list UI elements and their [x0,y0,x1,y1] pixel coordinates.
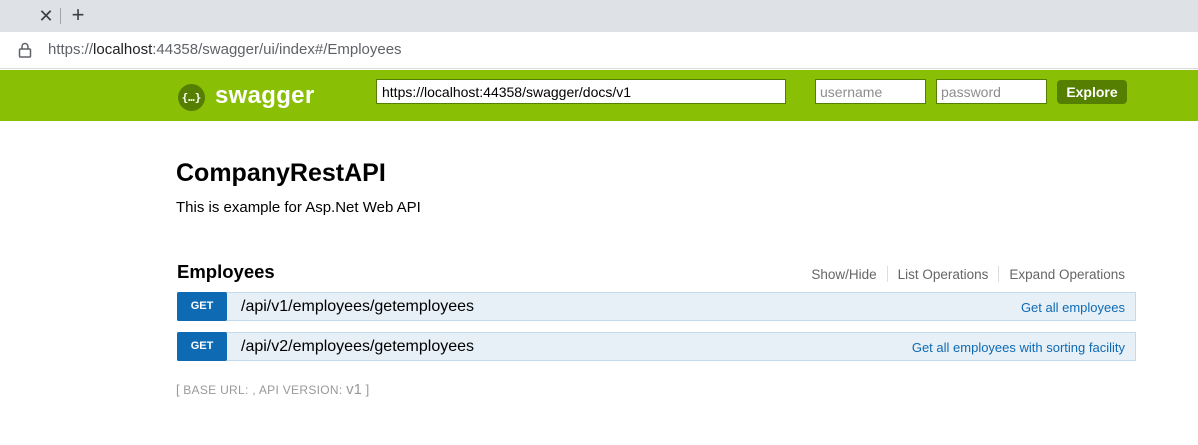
username-input[interactable] [815,79,926,104]
api-version-label: API VERSION [258,383,339,397]
base-url-value: : , [245,383,259,397]
address-bar[interactable]: https://localhost:44358/swagger/ui/index… [0,32,1198,69]
api-description: This is example for Asp.Net Web API [176,199,421,216]
operation-row[interactable]: GET /api/v2/employees/getemployees Get a… [177,332,1136,361]
lock-icon [18,42,32,58]
url-scheme: https:// [48,41,94,58]
action-divider [998,266,1000,282]
tab-divider [60,8,61,24]
operation-summary[interactable]: Get all employees [1021,300,1125,315]
list-operations-link[interactable]: List Operations [898,267,989,282]
url-host: localhost [93,41,153,58]
swagger-logo-icon[interactable]: {…} [178,84,205,111]
operation-summary[interactable]: Get all employees with sorting facility [912,340,1125,355]
url-text[interactable]: https://localhost:44358/swagger/ui/index… [48,41,402,58]
api-version-value: v1 [346,381,362,398]
operation-path[interactable]: /api/v1/employees/getemployees [241,298,474,316]
api-url-input[interactable] [376,79,786,104]
password-input[interactable] [936,79,1047,104]
operation-row[interactable]: GET /api/v1/employees/getemployees Get a… [177,292,1136,321]
bracket-close: ] [362,382,370,397]
method-badge[interactable]: GET [177,292,227,321]
resource-heading[interactable]: Employees [177,261,275,283]
tab-strip: ✕ + [0,0,1198,32]
resource-actions: Show/Hide List Operations Expand Operati… [811,266,1125,282]
show-hide-link[interactable]: Show/Hide [811,267,876,282]
explore-button[interactable]: Explore [1057,80,1127,104]
tab-close-icon[interactable]: ✕ [36,6,56,26]
url-path: :44358/swagger/ui/index#/Employees [152,41,402,58]
swagger-logo-text[interactable]: swagger [215,82,314,110]
base-url-label: BASE URL [183,383,245,397]
method-badge[interactable]: GET [177,332,227,361]
api-title: CompanyRestAPI [176,159,386,187]
expand-operations-link[interactable]: Expand Operations [1009,267,1125,282]
new-tab-icon[interactable]: + [67,4,89,26]
action-divider [886,266,888,282]
operation-path[interactable]: /api/v2/employees/getemployees [241,338,474,356]
base-info: [ BASE URL: , API VERSION: v1 ] [176,381,369,398]
